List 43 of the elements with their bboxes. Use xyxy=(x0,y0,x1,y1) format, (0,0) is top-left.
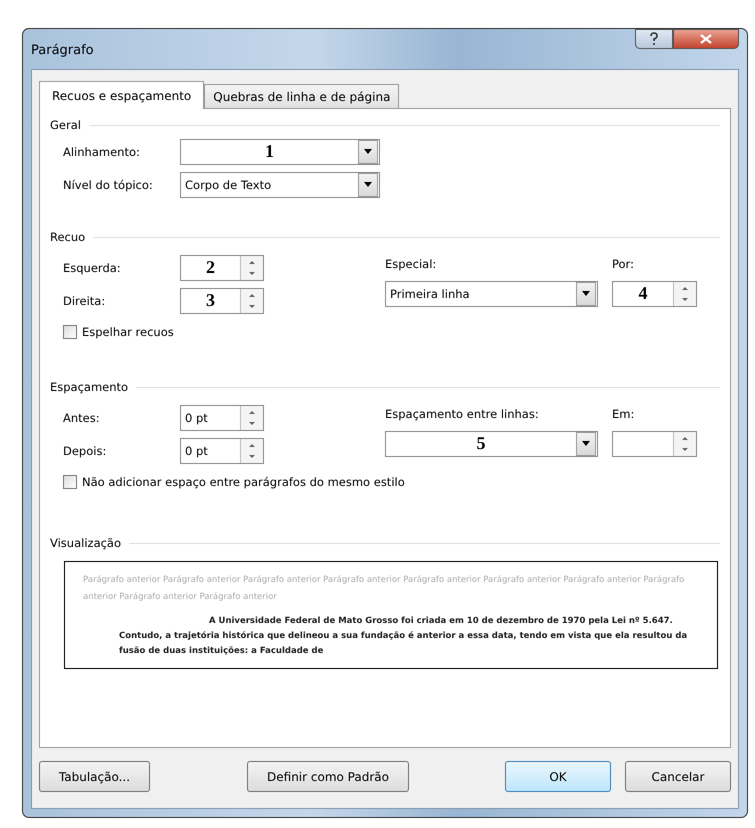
tab[interactable]: Quebras de linha e de página xyxy=(204,84,400,108)
no-space-checkbox[interactable]: Não adicionar espaço entre parágrafos do mesmo estilo xyxy=(63,467,405,497)
section-title: Recuo xyxy=(50,230,86,244)
field-label: Em: xyxy=(612,407,634,421)
line-spacing-at-spinner[interactable] xyxy=(612,430,697,456)
tab[interactable]: Recuos e espaçamento xyxy=(39,81,204,109)
spacing-before-spinner[interactable]: 0 pt xyxy=(180,404,264,430)
right-indent-spinner[interactable]: 3 xyxy=(180,288,264,314)
section-title: Espaçamento xyxy=(50,380,128,394)
indent-by-spinner[interactable]: 4 xyxy=(612,280,697,306)
dialog-button[interactable]: Cancelar xyxy=(625,761,731,792)
close-icon xyxy=(700,34,712,44)
help-button[interactable] xyxy=(635,29,673,49)
dialog-button[interactable]: Tabulação... xyxy=(39,761,150,792)
dropdown-arrow-icon xyxy=(582,291,590,296)
field-label: Antes: xyxy=(63,410,101,424)
help-icon xyxy=(649,32,659,46)
dialog-button[interactable]: Definir como Padrão xyxy=(247,761,409,792)
line-spacing-dropdown[interactable]: 5 xyxy=(385,430,598,456)
dropdown-arrow-icon xyxy=(364,149,372,154)
alignment-dropdown[interactable]: 1 xyxy=(180,138,380,164)
field-label: Alinhamento: xyxy=(63,144,141,158)
field-label: Por: xyxy=(612,257,634,271)
dialog-button[interactable]: OK xyxy=(505,761,611,792)
dropdown-arrow-icon xyxy=(364,182,372,187)
field-label: Especial: xyxy=(385,257,438,271)
left-indent-spinner[interactable]: 2 xyxy=(180,254,264,280)
section-title: Visualização xyxy=(50,536,122,550)
spacing-after-spinner[interactable]: 0 pt xyxy=(180,438,264,464)
special-indent-dropdown[interactable]: Primeira linha xyxy=(385,280,598,306)
field-label: Esquerda: xyxy=(63,260,122,274)
close-button[interactable] xyxy=(673,29,739,49)
field-label: Direita: xyxy=(63,294,106,308)
window-title: Parágrafo xyxy=(31,43,94,58)
field-label: Depois: xyxy=(63,444,108,458)
outline-level-dropdown[interactable]: Corpo de Texto xyxy=(180,172,380,198)
field-label: Espaçamento entre linhas: xyxy=(385,407,540,421)
previous-paragraph-text: Parágrafo anterior Parágrafo anterior Parágrafo anterior Parágrafo anterior Parágrafo anterior Parágrafo anterior Parágrafo anterior Parágrafo anterior Parágrafo anterior Parágrafo anterior xyxy=(83,574,686,604)
mirror-indents-checkbox[interactable]: Espelhar recuos xyxy=(63,317,174,347)
dropdown-arrow-icon xyxy=(582,441,590,446)
section-title: Geral xyxy=(50,118,81,132)
field-label: Nível do tópico: xyxy=(63,178,154,192)
preview-paragraph-text: A Universidade Federal de Mato Grosso foi criada em 10 de dezembro de 1970 pela Lei nº 5.647. Contudo, a trajetória histórica que delineou a sua fundação é anterior a essa data, tendo em vista que ela resultou da fusão de duas instituições: a Faculdade de xyxy=(119,615,688,658)
